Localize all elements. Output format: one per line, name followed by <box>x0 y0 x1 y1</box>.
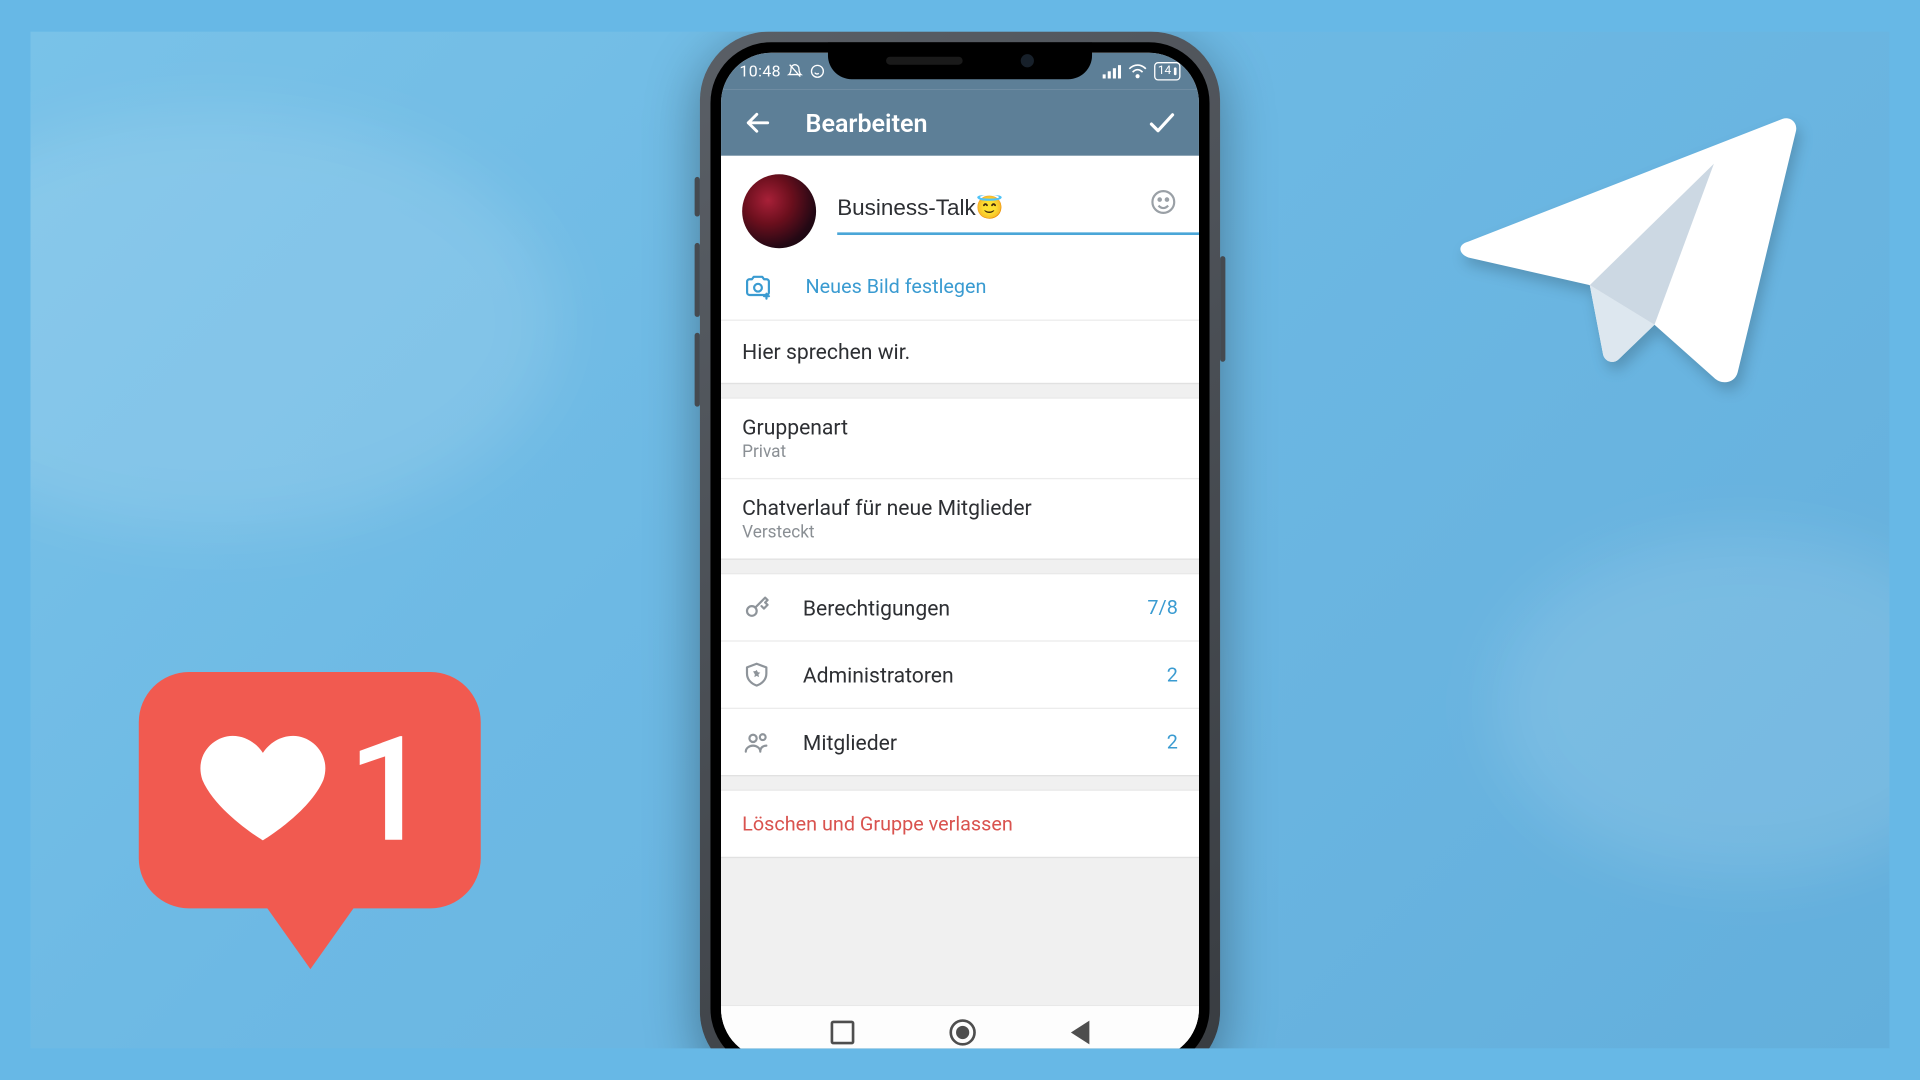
danger-section: Löschen und Gruppe verlassen <box>721 791 1199 857</box>
group-name-input[interactable] <box>837 187 1199 235</box>
group-management-section: Berechtigungen 7/8 Administratoren 2 Mit… <box>721 574 1199 775</box>
confirm-button[interactable] <box>1144 104 1181 141</box>
admins-value: 2 <box>1167 663 1178 687</box>
group-type-row[interactable]: Gruppenart Privat <box>721 399 1199 478</box>
bg-cloud <box>1493 533 1889 876</box>
status-time: 10:48 <box>740 62 781 80</box>
nav-recent-button[interactable] <box>831 1021 855 1045</box>
dnd-icon <box>788 63 804 79</box>
group-description-field[interactable]: Hier sprechen wir. <box>721 321 1199 383</box>
empty-space <box>721 871 1199 1004</box>
group-avatar[interactable] <box>742 174 816 248</box>
set-new-image-button[interactable]: Neues Bild festlegen <box>721 261 1199 319</box>
like-bubble: 1 <box>139 672 481 969</box>
nav-home-button[interactable] <box>949 1019 975 1045</box>
group-type-label: Gruppenart <box>742 415 1178 440</box>
heart-icon <box>189 724 337 856</box>
shield-star-icon <box>742 660 771 689</box>
android-nav-bar <box>721 1005 1199 1049</box>
admins-row[interactable]: Administratoren 2 <box>721 640 1199 707</box>
nav-back-button[interactable] <box>1071 1021 1089 1045</box>
whatsapp-icon <box>810 63 826 79</box>
group-type-value: Privat <box>742 442 1178 462</box>
battery-indicator: 14 <box>1154 62 1181 80</box>
screen: 10:48 14 <box>721 53 1199 1049</box>
like-count: 1 <box>348 718 431 863</box>
back-button[interactable] <box>740 104 777 141</box>
emoji-button[interactable] <box>1149 187 1178 221</box>
group-edit-section: Neues Bild festlegen Hier sprechen wir. <box>721 156 1199 383</box>
signal-icon <box>1102 63 1120 79</box>
delete-leave-button[interactable]: Löschen und Gruppe verlassen <box>721 791 1199 857</box>
set-new-image-label: Neues Bild festlegen <box>806 275 987 299</box>
smiley-icon <box>1149 187 1178 216</box>
permissions-row[interactable]: Berechtigungen 7/8 <box>721 574 1199 640</box>
arrow-left-icon <box>743 108 772 137</box>
permissions-label: Berechtigungen <box>803 595 1116 620</box>
members-value: 2 <box>1167 730 1178 754</box>
users-icon <box>742 727 771 756</box>
key-icon <box>742 593 771 622</box>
background: 1 10:48 <box>31 32 1890 1049</box>
check-icon <box>1146 107 1178 139</box>
page-title: Bearbeiten <box>806 108 1115 138</box>
admins-label: Administratoren <box>803 662 1135 687</box>
chat-history-row[interactable]: Chatverlauf für neue Mitglieder Versteck… <box>721 478 1199 559</box>
chat-history-label: Chatverlauf für neue Mitglieder <box>742 495 1178 520</box>
chat-history-value: Versteckt <box>742 523 1178 543</box>
bg-cloud <box>31 111 559 533</box>
app-bar: Bearbeiten <box>721 90 1199 156</box>
phone-mockup: 10:48 14 <box>700 32 1220 1049</box>
wifi-icon <box>1128 63 1148 79</box>
permissions-value: 7/8 <box>1147 595 1177 619</box>
camera-plus-icon <box>742 272 774 301</box>
members-label: Mitglieder <box>803 729 1135 754</box>
telegram-logo-icon <box>1454 108 1797 398</box>
group-settings-section: Gruppenart Privat Chatverlauf für neue M… <box>721 399 1199 559</box>
members-row[interactable]: Mitglieder 2 <box>721 708 1199 775</box>
